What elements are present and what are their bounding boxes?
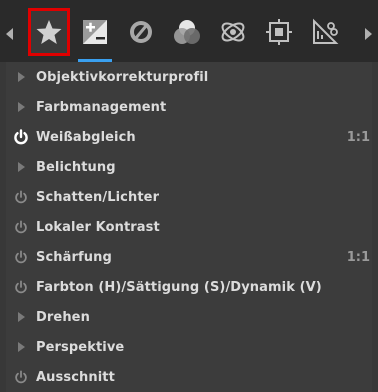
tool-panel: Objektivkorrekturprofil Farbmanagement W… — [0, 0, 378, 392]
tool-row-perspektive[interactable]: Perspektive — [6, 332, 372, 362]
tool-list: Objektivkorrekturprofil Farbmanagement W… — [6, 62, 372, 392]
power-off-icon[interactable] — [14, 220, 28, 234]
favorites-star-icon — [36, 20, 62, 44]
exposure-icon — [83, 20, 107, 44]
tab-raw[interactable] — [304, 8, 346, 56]
transform-icon — [266, 19, 292, 45]
tab-transform[interactable] — [258, 8, 300, 56]
tool-label: Farbton (H)/Sättigung (S)/Dynamik (V) — [36, 279, 322, 295]
expander-arrow-icon[interactable] — [17, 312, 25, 322]
tab-favorites[interactable] — [28, 8, 70, 56]
tool-row-weissabgleich[interactable]: Weißabgleich 1:1 — [6, 122, 372, 152]
tool-row-schatten-lichter[interactable]: Schatten/Lichter — [6, 182, 372, 212]
power-on-icon[interactable] — [13, 129, 29, 145]
tool-row-objektivkorrekturprofil[interactable]: Objektivkorrekturprofil — [6, 62, 372, 92]
tool-label: Weißabgleich — [36, 129, 136, 145]
tab-detail[interactable] — [120, 8, 162, 56]
expander-arrow-icon[interactable] — [17, 342, 25, 352]
tool-row-farbton-saettigung-dynamik[interactable]: Farbton (H)/Sättigung (S)/Dynamik (V) — [6, 272, 372, 302]
tab-exposure[interactable] — [74, 8, 116, 62]
tool-tab-bar — [0, 0, 378, 62]
tool-label: Perspektive — [36, 339, 125, 355]
tab-color[interactable] — [166, 8, 208, 56]
advanced-icon — [221, 22, 245, 42]
tool-row-ausschnitt[interactable]: Ausschnitt — [6, 362, 372, 392]
tool-label: Schatten/Lichter — [36, 189, 160, 205]
zoom-badge: 1:1 — [346, 129, 370, 145]
tool-label: Objektivkorrekturprofil — [36, 69, 209, 85]
tool-label: Farbmanagement — [36, 99, 167, 115]
tool-label: Ausschnitt — [36, 369, 115, 385]
expander-arrow-icon[interactable] — [17, 162, 25, 172]
tool-row-farbmanagement[interactable]: Farbmanagement — [6, 92, 372, 122]
power-off-icon[interactable] — [14, 190, 28, 204]
scroll-left-arrow-icon[interactable] — [6, 28, 13, 40]
tool-label: Drehen — [36, 309, 90, 325]
tool-row-drehen[interactable]: Drehen — [6, 302, 372, 332]
power-off-icon[interactable] — [14, 370, 28, 384]
tool-row-belichtung[interactable]: Belichtung — [6, 152, 372, 182]
zoom-badge: 1:1 — [346, 249, 370, 265]
tool-label: Schärfung — [36, 249, 112, 265]
power-off-icon[interactable] — [14, 250, 28, 264]
tab-advanced[interactable] — [212, 8, 254, 56]
power-off-icon[interactable] — [14, 280, 28, 294]
tool-label: Lokaler Kontrast — [36, 219, 160, 235]
tool-row-schaerfung[interactable]: Schärfung 1:1 — [6, 242, 372, 272]
detail-icon — [130, 21, 152, 43]
expander-arrow-icon[interactable] — [17, 72, 25, 82]
expander-arrow-icon[interactable] — [17, 102, 25, 112]
scroll-right-arrow-icon[interactable] — [365, 28, 372, 40]
tool-row-lokaler-kontrast[interactable]: Lokaler Kontrast — [6, 212, 372, 242]
raw-icon — [313, 18, 339, 44]
color-icon — [174, 20, 200, 44]
tool-label: Belichtung — [36, 159, 116, 175]
